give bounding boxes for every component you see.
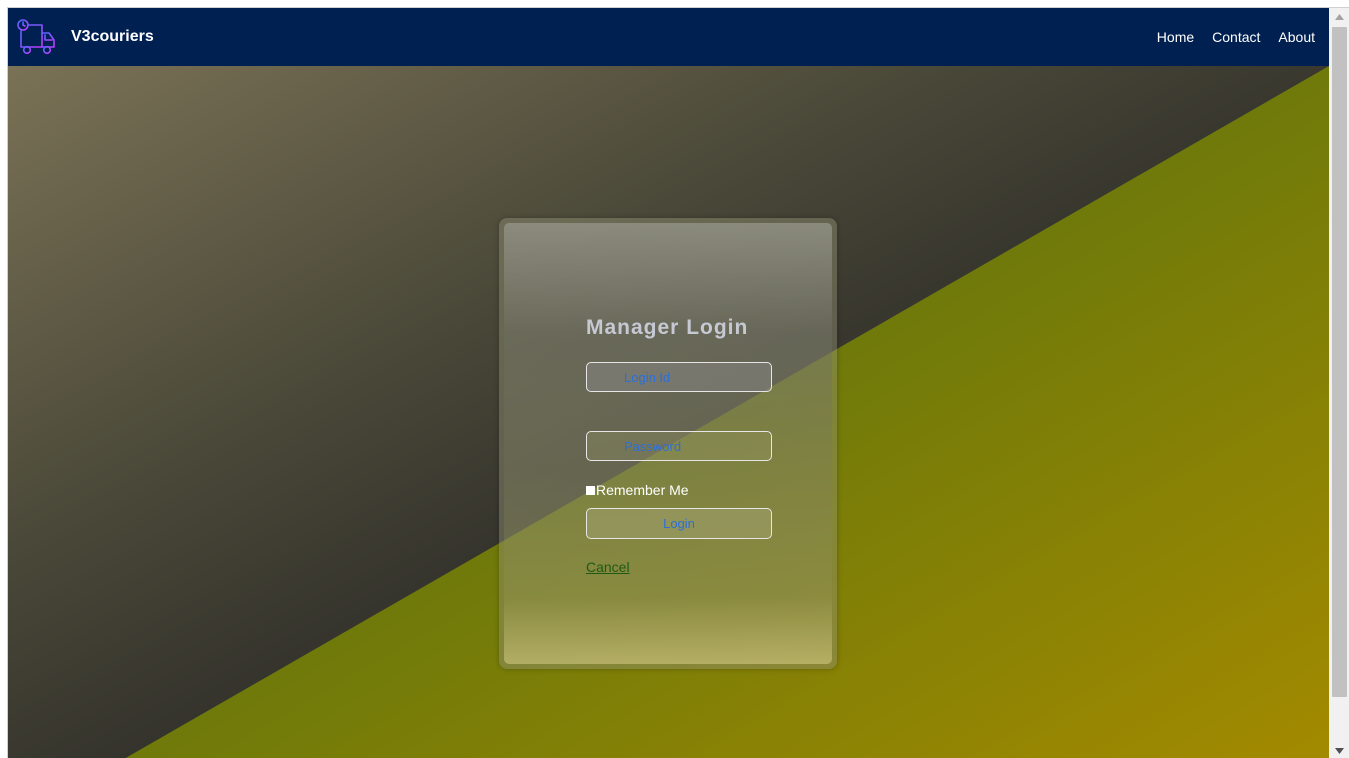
scroll-up-arrow-icon[interactable] — [1329, 8, 1349, 25]
nav-about-link[interactable]: About — [1278, 29, 1315, 45]
password-placeholder: Password — [624, 438, 682, 454]
top-navbar: V3couriers Home Contact About — [8, 8, 1329, 66]
vertical-scrollbar[interactable] — [1329, 8, 1349, 758]
nav-links: Home Contact About — [1157, 8, 1315, 66]
brand-name: V3couriers — [71, 28, 154, 45]
login-id-input[interactable]: Login Id — [586, 362, 772, 392]
login-button[interactable]: Login — [586, 508, 772, 539]
remember-me-checkbox[interactable] — [586, 485, 595, 495]
remember-me-label[interactable]: Remember Me — [596, 482, 689, 498]
login-card-panel: Manager Login Login Id Password Remember… — [504, 223, 832, 664]
nav-home-link[interactable]: Home — [1157, 29, 1194, 45]
password-input[interactable]: Password — [586, 431, 772, 461]
brand[interactable]: V3couriers — [16, 17, 154, 57]
remember-me-row: Remember Me — [586, 482, 689, 498]
cancel-link[interactable]: Cancel — [586, 559, 630, 575]
login-title: Manager Login — [586, 316, 749, 339]
login-id-placeholder: Login Id — [624, 369, 671, 385]
hero-background: Manager Login Login Id Password Remember… — [8, 66, 1329, 758]
nav-contact-link[interactable]: Contact — [1212, 29, 1260, 45]
scroll-thumb[interactable] — [1332, 27, 1347, 697]
scroll-down-arrow-icon[interactable] — [1329, 742, 1349, 758]
delivery-truck-icon — [16, 19, 58, 55]
login-card: Manager Login Login Id Password Remember… — [499, 218, 837, 669]
browser-viewport: V3couriers Home Contact About Manager Lo… — [7, 7, 1349, 758]
